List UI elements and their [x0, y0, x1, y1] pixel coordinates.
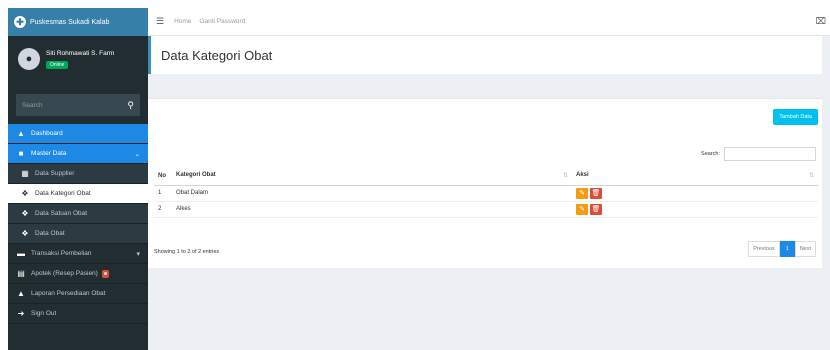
nav-home-link[interactable]: Home: [174, 18, 191, 25]
sidebar-item-label: Laporan Persediaan Obat: [31, 290, 106, 297]
cubes-icon: ❖: [21, 209, 29, 218]
pagination: Previous 1 Next: [748, 241, 816, 257]
table-row: 2 Alkes ✎ 🗑: [154, 201, 818, 218]
building-icon: ▦: [21, 169, 29, 178]
chevron-down-icon: ⌄: [134, 150, 140, 158]
truck-icon: ▬: [17, 249, 25, 258]
top-nav: Home Ganti Password: [174, 18, 245, 25]
edit-icon: ✎: [579, 190, 585, 197]
edit-button[interactable]: ✎: [576, 187, 588, 199]
table-header-row: No Kategori Obat ⇅ Aksi ⇅: [154, 167, 818, 186]
sidebar-search[interactable]: Search ⚲: [16, 94, 140, 116]
edit-button[interactable]: ✎: [576, 203, 588, 215]
search-icon[interactable]: ⚲: [127, 100, 134, 111]
sidebar-item-label: Apotek (Resep Pasien): [31, 270, 98, 277]
clipboard-icon: ▤: [17, 269, 25, 278]
sidebar-item-data-obat[interactable]: ❖ Data Obat: [8, 224, 148, 244]
column-header-aksi[interactable]: Aksi ⇅: [572, 167, 818, 186]
close-icon[interactable]: ⌧: [816, 16, 826, 27]
add-data-button[interactable]: Tambah Data: [773, 109, 818, 125]
avatar: ●: [18, 48, 40, 70]
logo-icon: ✚: [14, 16, 26, 28]
sidebar-item-label: Transaksi Pembelian: [31, 250, 92, 257]
pagination-previous[interactable]: Previous: [748, 241, 780, 257]
user-panel: ● Siti Rohmawati S. Farm Online: [8, 36, 148, 82]
table-search: Search:: [701, 147, 816, 161]
cell-no: 1: [154, 185, 172, 202]
folder-icon: ■: [18, 149, 24, 158]
topbar: ☰ Home Ganti Password ⌧: [148, 8, 830, 36]
sidebar-item-laporan-persediaan[interactable]: ▲ Laporan Persediaan Obat: [8, 284, 148, 304]
sidebar-item-label: Data Obat: [35, 230, 65, 237]
column-header-kategori[interactable]: Kategori Obat ⇅: [172, 167, 572, 186]
sidebar: ✚ Puskesmas Sukadi Kalab ● Siti Rohmawat…: [8, 8, 148, 350]
trash-icon: 🗑: [591, 190, 601, 197]
page-title: Data Kategori Obat: [161, 47, 273, 63]
report-icon: ▲: [17, 289, 25, 298]
sidebar-item-label: Data Supplier: [35, 170, 75, 177]
chevron-down-icon: ▾: [136, 250, 140, 258]
cell-kategori: Alkes: [172, 201, 572, 218]
sidebar-item-label: Sign Out: [31, 310, 57, 317]
page-header: Data Kategori Obat: [148, 36, 822, 74]
data-table: No Kategori Obat ⇅ Aksi ⇅ 1 Obat Dalam ✎ 🗑…: [154, 167, 818, 218]
sidebar-item-apotek-resep-pasien[interactable]: ▤ Apotek (Resep Pasien) ■: [8, 264, 148, 284]
sidebar-item-data-satuan-obat[interactable]: ❖ Data Satuan Obat: [8, 204, 148, 224]
sidebar-item-label: Dashboard: [31, 130, 63, 137]
sign-out-icon: ➜: [17, 309, 25, 318]
brand-title: Puskesmas Sukadi Kalab: [30, 18, 110, 26]
hamburger-icon[interactable]: ☰: [156, 16, 164, 27]
trash-icon: 🗑: [591, 206, 601, 213]
edit-icon: ✎: [579, 206, 585, 213]
sidebar-item-label: Data Kategori Obat: [35, 190, 91, 197]
pagination-next[interactable]: Next: [794, 241, 816, 257]
cubes-icon: ❖: [21, 189, 29, 198]
column-header-no[interactable]: No: [154, 167, 172, 186]
delete-button[interactable]: 🗑: [590, 203, 602, 215]
data-card: Tambah Data Search: No Kategori Obat ⇅ Ak…: [148, 98, 822, 268]
dashboard-icon: ▲: [17, 129, 25, 138]
sidebar-item-data-supplier[interactable]: ▦ Data Supplier: [8, 164, 148, 184]
sidebar-item-data-kategori-obat[interactable]: ❖ Data Kategori Obat: [8, 184, 148, 204]
sidebar-item-sign-out[interactable]: ➜ Sign Out: [8, 304, 148, 324]
cell-kategori: Obat Dalam: [172, 185, 572, 202]
cell-aksi: ✎ 🗑: [572, 185, 818, 202]
sidebar-search-input[interactable]: Search: [22, 102, 43, 109]
sort-icon: ⇅: [808, 173, 814, 180]
search-label: Search:: [701, 151, 720, 157]
sidebar-item-label: Master Data: [31, 150, 67, 157]
cell-aksi: ✎ 🗑: [572, 201, 818, 218]
user-name: Siti Rohmawati S. Farm: [46, 49, 115, 57]
table-info: Showing 1 to 2 of 2 entries: [154, 249, 220, 255]
cell-no: 2: [154, 201, 172, 218]
sort-icon: ⇅: [562, 173, 568, 180]
sidebar-item-transaksi-pembelian[interactable]: ▬ Transaksi Pembelian ▾: [8, 244, 148, 264]
search-input[interactable]: [724, 147, 816, 161]
brand[interactable]: ✚ Puskesmas Sukadi Kalab: [8, 8, 148, 36]
pagination-page-current[interactable]: 1: [779, 241, 795, 257]
sidebar-item-label: Data Satuan Obat: [35, 210, 88, 217]
sidebar-item-dashboard[interactable]: ▲ Dashboard: [8, 124, 148, 144]
notification-badge: ■: [101, 269, 109, 278]
cubes-icon: ❖: [21, 229, 29, 238]
sidebar-item-master-data[interactable]: ■ Master Data ⌄: [8, 144, 148, 164]
status-badge: Online: [46, 60, 69, 69]
nav-ganti-password-link[interactable]: Ganti Password: [199, 18, 245, 25]
delete-button[interactable]: 🗑: [590, 187, 602, 199]
table-row: 1 Obat Dalam ✎ 🗑: [154, 185, 818, 202]
